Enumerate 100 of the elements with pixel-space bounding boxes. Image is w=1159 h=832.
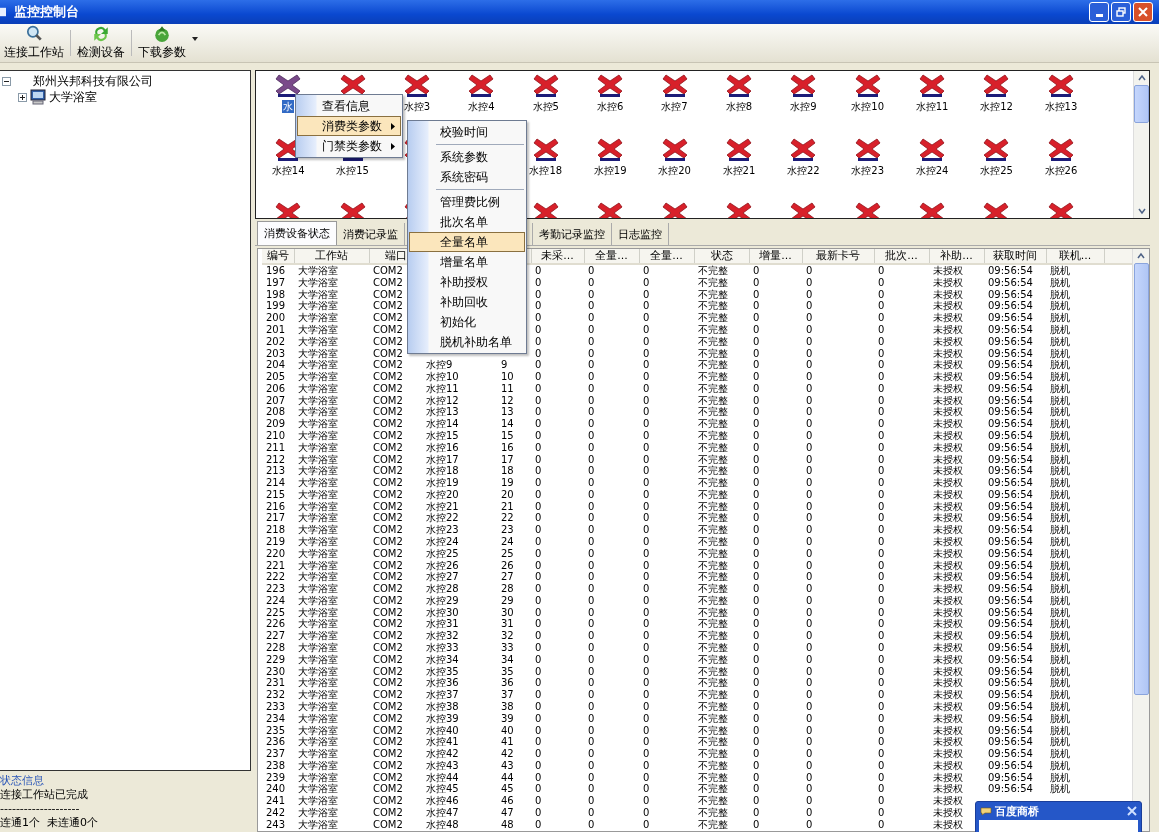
table-cell-text: 213 [265, 465, 287, 478]
table-cell-text: 0 [534, 536, 543, 548]
table-cell-text: 47 [500, 806, 515, 819]
table-cell-text: 大学浴室 [297, 618, 339, 630]
device-label[interactable]: 水控20 [657, 164, 692, 177]
tree-item[interactable]: 大学浴室 [49, 88, 97, 106]
table-cell-text: 不完整 [697, 571, 729, 583]
column-header[interactable]: 获取时间 [984, 249, 1046, 264]
table-cell-text: 0 [587, 300, 596, 313]
column-header[interactable]: 增量... [749, 249, 802, 264]
device-label[interactable]: 水控18 [528, 164, 564, 177]
toolbar-button[interactable]: 连接工作站 [0, 25, 68, 61]
table-cell-text: 26 [500, 559, 515, 572]
column-header[interactable]: 联机... [1046, 249, 1104, 264]
table-cell-text: 大学浴室 [297, 406, 339, 418]
table-cell-text: 0 [877, 371, 886, 383]
device-label[interactable]: 水控23 [850, 164, 886, 177]
table-cell-text: 大学浴室 [297, 795, 339, 807]
table-cell-text: 0 [877, 382, 886, 395]
device-label[interactable]: 水控7 [660, 100, 689, 113]
table-cell-text: 不完整 [697, 536, 729, 548]
column-header[interactable]: 编号 [262, 249, 294, 264]
menu-item[interactable]: 批次名单 [409, 212, 525, 232]
table-cell-text: 脱机 [1049, 571, 1071, 583]
table-cell-text: 0 [877, 700, 886, 713]
menu-item[interactable]: 初始化 [409, 312, 525, 332]
table-cell-text: 大学浴室 [297, 335, 339, 348]
table-cell-text: 0 [877, 276, 886, 289]
table-cell-text: 未授权 [932, 312, 964, 324]
table-cell-text: 0 [752, 418, 761, 430]
menu-item[interactable]: 管理费比例 [409, 192, 525, 212]
menu-item[interactable]: 校验时间 [409, 122, 525, 142]
device-label[interactable]: 水控10 [850, 100, 886, 113]
column-header[interactable]: 补助... [929, 249, 984, 264]
column-header[interactable]: 最新卡号 [802, 249, 874, 264]
device-label[interactable]: 水控4 [467, 100, 496, 113]
table-cell: 0 [531, 264, 584, 277]
menu-item[interactable]: 补助回收 [409, 292, 525, 312]
device-label[interactable]: 水控22 [785, 164, 821, 177]
table-cell-text: 未授权 [932, 276, 964, 289]
table-cell-text: 大学浴室 [297, 583, 339, 595]
toolbar-button[interactable]: 检测设备 [73, 25, 129, 61]
menu-item[interactable]: 门禁类参数 [297, 136, 401, 156]
menu-item[interactable]: 脱机补助名单 [409, 332, 525, 352]
table-cell: 0 [874, 264, 929, 277]
menu-item[interactable]: 系统密码 [409, 167, 525, 187]
device-label[interactable]: 水控11 [914, 100, 950, 113]
column-header[interactable]: 未采... [531, 249, 584, 264]
table-cell-text: 0 [805, 418, 814, 430]
table-cell-text: 0 [534, 689, 543, 701]
tree-item[interactable]: 郑州兴邦科技有限公司 [33, 72, 153, 90]
table-cell-text: 0 [752, 594, 761, 607]
device-label[interactable]: 水控12 [979, 100, 1014, 113]
table-cell-text: 0 [587, 335, 596, 348]
device-label[interactable]: 水控21 [721, 164, 757, 177]
menu-item[interactable]: 全量名单 [409, 232, 525, 252]
device-label[interactable]: 水控5 [531, 100, 560, 113]
table-cell-text: 0 [805, 724, 814, 737]
device-label[interactable]: 水控13 [1043, 100, 1079, 113]
table-cell-text: 0 [805, 429, 814, 442]
device-label[interactable]: 水控6 [595, 100, 625, 113]
device-label[interactable]: 水控14 [270, 164, 306, 177]
device-label[interactable]: 水控9 [789, 100, 818, 113]
toolbar-button[interactable]: 下载参数 [134, 25, 190, 61]
column-header[interactable]: 全量... [584, 249, 639, 264]
table-cell-text: 水控16 [425, 441, 460, 454]
table-cell-text: 0 [642, 771, 651, 784]
table-cell-text: 37 [500, 689, 515, 701]
device-label[interactable]: 水控19 [592, 164, 628, 177]
menu-item[interactable]: 消费类参数 [297, 116, 401, 136]
table-cell-text: 0 [642, 547, 651, 560]
table-cell-text: 0 [877, 630, 886, 643]
table-cell-text: 0 [587, 759, 596, 772]
device-label[interactable]: 水控15 [335, 164, 370, 177]
device-label[interactable]: 水控26 [1043, 164, 1079, 177]
table-cell-text: 水控24 [425, 536, 460, 548]
table-cell-text: 未授权 [932, 488, 964, 501]
table-cell-text: 0 [877, 453, 886, 466]
device-label[interactable]: 水 [282, 100, 295, 113]
menu-item[interactable]: 查看信息 [297, 96, 401, 116]
device-label[interactable]: 水控8 [724, 100, 754, 113]
table-cell-text: 脱机 [1049, 477, 1071, 489]
table-cell-text: 脱机 [1049, 653, 1071, 666]
device-label[interactable]: 水控25 [979, 164, 1014, 177]
table-cell-text: 未授权 [932, 677, 964, 690]
table-cell-text: 0 [534, 653, 543, 666]
menu-item[interactable]: 系统参数 [409, 147, 525, 167]
table-cell-text: 水控35 [425, 665, 460, 678]
column-header[interactable]: 状态 [694, 249, 749, 264]
column-header[interactable]: 工作站 [294, 249, 369, 264]
tab[interactable]: 消费设备状态 [257, 221, 337, 245]
device-label[interactable]: 水控3 [402, 100, 432, 113]
column-header[interactable]: 全量... [639, 249, 694, 264]
device-label[interactable]: 水控24 [914, 164, 950, 177]
table-cell-text: 0 [752, 736, 761, 749]
column-header[interactable]: 批次... [874, 249, 929, 264]
table-cell-text: 未授权 [932, 748, 964, 760]
table-cell-text: 0 [587, 571, 596, 584]
table-cell-text: 未授权 [932, 712, 964, 725]
table-cell: 未授权 [929, 264, 984, 277]
